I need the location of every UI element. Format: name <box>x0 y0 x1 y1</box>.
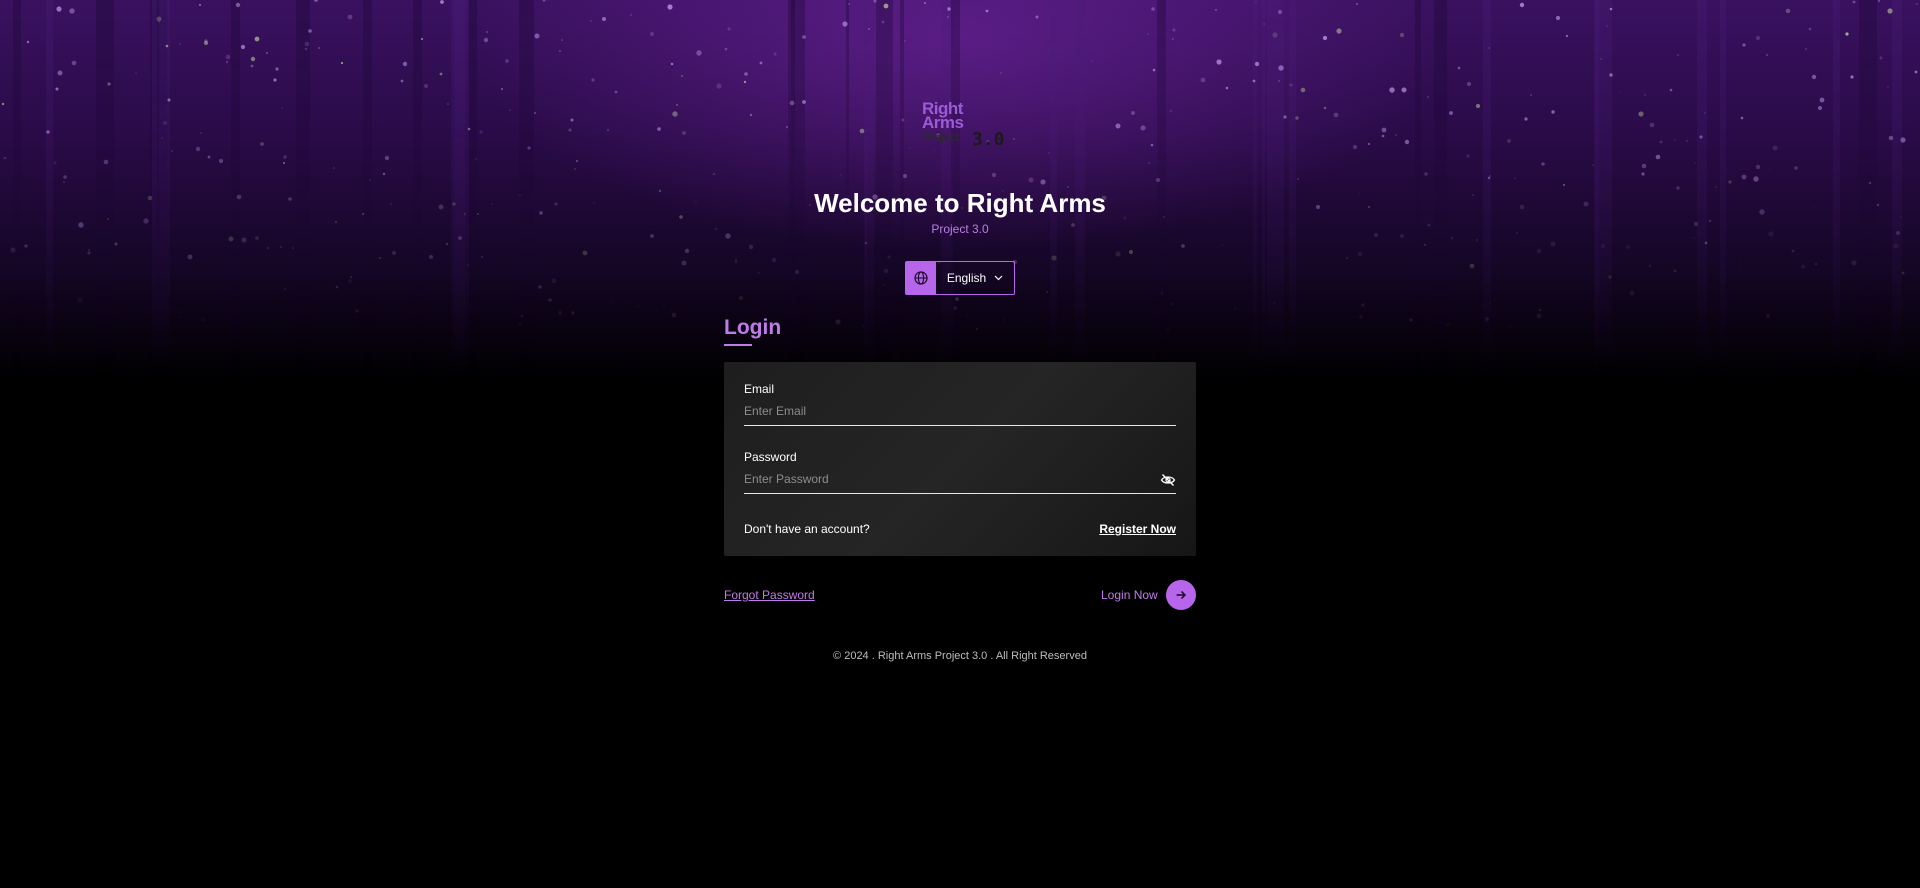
logo-line3: Project <box>922 130 960 144</box>
login-submit-button[interactable] <box>1165 580 1196 610</box>
register-link[interactable]: Register Now <box>1099 522 1176 536</box>
login-heading-underline <box>724 344 752 346</box>
chevron-down-icon <box>994 275 1003 281</box>
logo-version: 3.0 <box>972 129 1005 150</box>
page-title: Welcome to Right Arms <box>814 188 1106 218</box>
logo: Right Arms Project 3.0 <box>922 100 1005 150</box>
globe-icon <box>906 262 936 294</box>
login-now-button[interactable]: Login Now <box>1101 580 1196 610</box>
login-card: Email Password Don't have an account? Re… <box>724 362 1196 556</box>
login-heading: Login <box>724 316 782 339</box>
password-label: Password <box>744 450 797 464</box>
eye-off-icon[interactable] <box>1160 472 1176 488</box>
arrow-right-icon <box>1176 590 1186 600</box>
page-subtitle: Project 3.0 <box>931 222 989 236</box>
no-account-text: Don't have an account? <box>744 522 870 536</box>
footer-copyright: © 2024 . Right Arms Project 3.0 . All Ri… <box>833 650 1087 662</box>
login-now-label: Login Now <box>1101 588 1158 602</box>
email-label: Email <box>744 382 775 396</box>
language-dropdown[interactable]: English <box>936 262 1014 294</box>
logo-line2: Arms <box>922 113 964 132</box>
language-selector[interactable]: English <box>905 261 1015 295</box>
password-field[interactable] <box>744 468 1176 494</box>
forgot-password-link[interactable]: Forgot Password <box>724 588 815 602</box>
language-selected: English <box>946 271 987 285</box>
email-field[interactable] <box>744 400 1176 426</box>
